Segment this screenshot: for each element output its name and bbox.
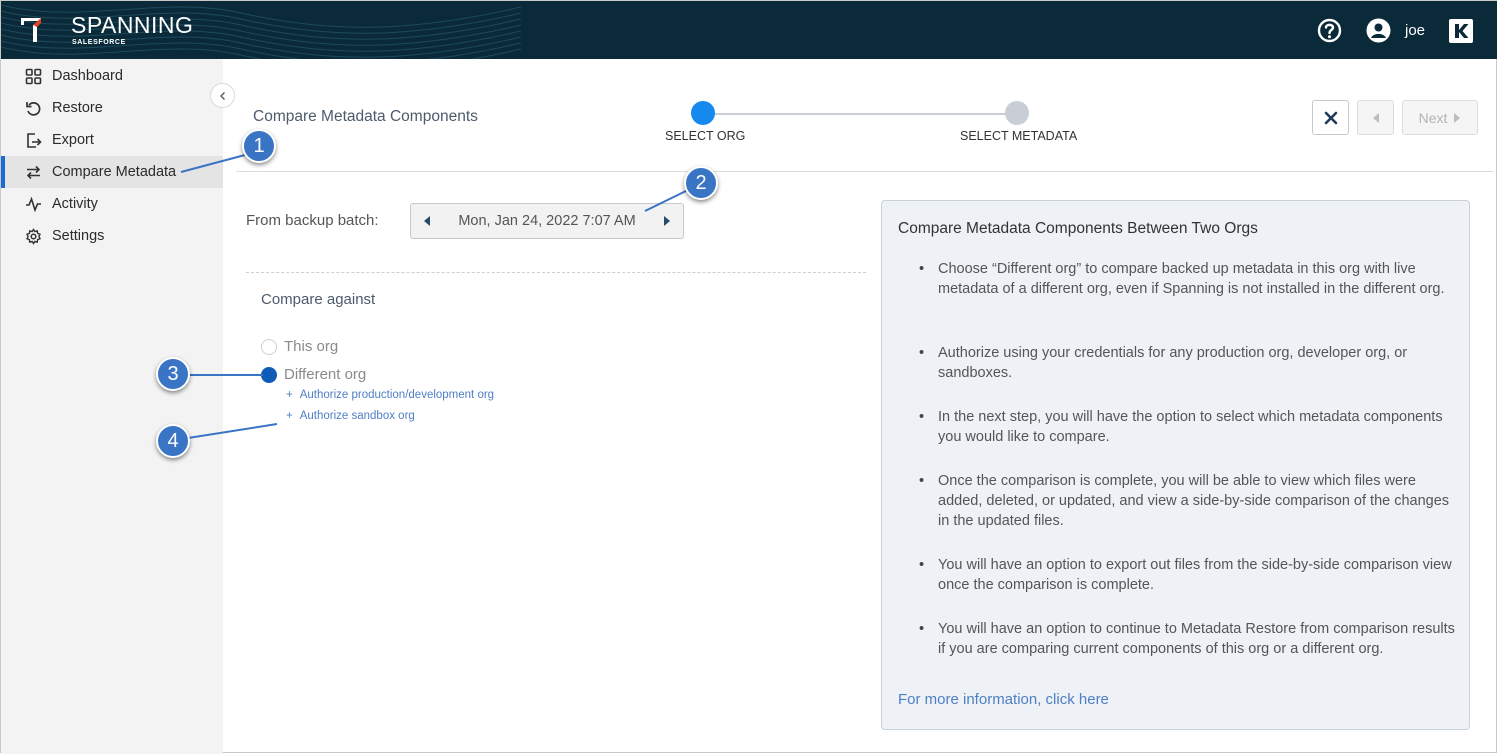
spanning-logo-icon bbox=[21, 18, 41, 42]
app-window: SPANNING SALESFORCE joe Dashboard Restor… bbox=[0, 0, 1497, 754]
radio-button[interactable] bbox=[261, 366, 277, 383]
sidebar: Dashboard Restore Export Compare Metadat… bbox=[1, 59, 223, 754]
restore-icon bbox=[26, 101, 41, 116]
plus-icon: + bbox=[286, 410, 293, 422]
gear-icon bbox=[26, 227, 41, 245]
radio-this-org[interactable]: This org bbox=[261, 338, 338, 355]
next-batch-button[interactable] bbox=[663, 215, 671, 227]
step-select-org-dot bbox=[691, 101, 715, 125]
export-icon bbox=[27, 132, 42, 148]
activity-icon bbox=[26, 196, 41, 212]
from-backup-label: From backup batch: bbox=[246, 212, 379, 229]
section-divider bbox=[246, 272, 866, 273]
info-panel-title: Compare Metadata Components Between Two … bbox=[898, 220, 1258, 237]
radio-different-org[interactable]: Different org bbox=[261, 366, 366, 383]
annotation-callout-2: 2 bbox=[684, 166, 718, 200]
sidebar-item-label: Settings bbox=[52, 228, 105, 244]
step-select-metadata-dot bbox=[1005, 101, 1029, 125]
sidebar-item-export[interactable]: Export bbox=[1, 124, 223, 156]
authorize-production-label: Authorize production/development org bbox=[299, 389, 495, 401]
info-bullet: Authorize using your credentials for any… bbox=[919, 343, 1458, 383]
radio-label: Different org bbox=[284, 366, 367, 383]
top-header: SPANNING SALESFORCE joe bbox=[1, 1, 1497, 59]
more-info-link[interactable]: For more information, click here bbox=[898, 691, 1109, 708]
step-select-org-label: SELECT ORG bbox=[665, 129, 746, 143]
sidebar-item-label: Restore bbox=[52, 100, 103, 116]
user-avatar-icon[interactable] bbox=[1366, 18, 1391, 43]
sidebar-item-compare-metadata[interactable]: Compare Metadata bbox=[1, 156, 223, 188]
info-bullet: In the next step, you will have the opti… bbox=[919, 407, 1458, 447]
info-bullet: You will have an option to continue to M… bbox=[919, 619, 1458, 659]
triangle-left-icon bbox=[1372, 112, 1379, 123]
previous-batch-button[interactable] bbox=[423, 215, 431, 227]
sidebar-item-activity[interactable]: Activity bbox=[1, 188, 223, 220]
next-button[interactable]: Next bbox=[1402, 100, 1478, 135]
authorize-production-link[interactable]: + Authorize production/development org bbox=[286, 389, 494, 401]
compare-icon bbox=[26, 165, 41, 179]
brand-subtitle: SALESFORCE bbox=[72, 39, 126, 46]
backup-batch-selector: Mon, Jan 24, 2022 7:07 AM bbox=[410, 203, 684, 239]
dashboard-icon bbox=[25, 68, 42, 84]
sidebar-item-restore[interactable]: Restore bbox=[1, 92, 223, 124]
previous-button[interactable] bbox=[1357, 100, 1394, 135]
triangle-left-icon bbox=[424, 216, 430, 226]
help-icon[interactable] bbox=[1317, 18, 1342, 43]
radio-button[interactable] bbox=[261, 338, 277, 355]
step-select-metadata-label: SELECT METADATA bbox=[960, 129, 1078, 143]
authorize-sandbox-link[interactable]: + Authorize sandbox org bbox=[286, 410, 415, 422]
next-button-label: Next bbox=[1418, 109, 1448, 126]
sidebar-item-label: Compare Metadata bbox=[52, 164, 177, 180]
page-title: Compare Metadata Components bbox=[253, 108, 478, 125]
user-name[interactable]: joe bbox=[1405, 22, 1425, 39]
collapse-sidebar-button[interactable] bbox=[210, 83, 235, 108]
backup-batch-value: Mon, Jan 24, 2022 7:07 AM bbox=[458, 213, 636, 229]
sidebar-item-label: Dashboard bbox=[52, 68, 123, 84]
sidebar-item-label: Export bbox=[52, 132, 94, 148]
info-bullet: Choose “Different org” to compare backed… bbox=[919, 259, 1458, 299]
radio-label: This org bbox=[284, 338, 339, 355]
wizard-progress-line bbox=[703, 113, 1017, 115]
close-button[interactable] bbox=[1312, 100, 1349, 135]
close-icon bbox=[1324, 111, 1337, 124]
info-bullet: You will have an option to export out fi… bbox=[919, 555, 1458, 595]
triangle-right-icon bbox=[1454, 112, 1461, 123]
info-bullet: Once the comparison is complete, you wil… bbox=[919, 471, 1458, 531]
triangle-right-icon bbox=[664, 216, 670, 226]
annotation-callout-4: 4 bbox=[156, 424, 190, 458]
kaseya-icon[interactable] bbox=[1449, 19, 1473, 43]
plus-icon: + bbox=[286, 389, 293, 401]
brand-name: SPANNING bbox=[71, 12, 194, 38]
sidebar-item-dashboard[interactable]: Dashboard bbox=[1, 60, 223, 92]
chevron-left-icon bbox=[219, 91, 225, 100]
sidebar-item-label: Activity bbox=[52, 196, 98, 212]
annotation-callout-3: 3 bbox=[156, 357, 190, 391]
annotation-callout-1: 1 bbox=[242, 129, 276, 163]
header-divider bbox=[236, 171, 1493, 172]
authorize-sandbox-label: Authorize sandbox org bbox=[299, 410, 415, 422]
compare-against-label: Compare against bbox=[261, 291, 376, 308]
sidebar-item-settings[interactable]: Settings bbox=[1, 220, 223, 252]
info-panel: Compare Metadata Components Between Two … bbox=[881, 200, 1470, 730]
